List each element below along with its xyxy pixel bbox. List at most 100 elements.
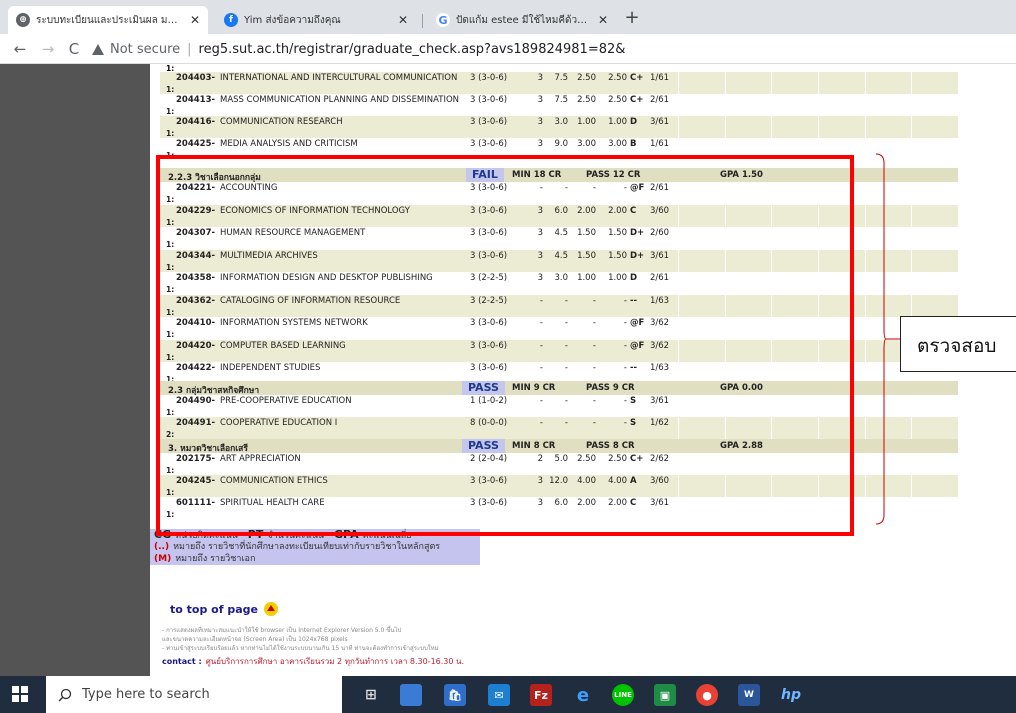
green-app-icon[interactable]: ▣ [654,684,676,706]
grid-cell [864,416,912,439]
legend-m: (M) [154,554,172,564]
grid-cell [818,72,865,94]
legend-line: (M) หมายถึง รายวิชาเอก [150,553,480,565]
tab-label: Yim ส่งข้อความถึงคุณ [244,14,341,26]
note-line: และขนาดความละเอียดหน้าจอ (Screen Area) เ… [162,636,348,643]
taskbar-search-input[interactable]: Type here to search [46,676,342,713]
course-grade: C+ [630,95,644,105]
url-input[interactable]: Not secure | reg5.sut.ac.th/registrar/gr… [92,37,1002,61]
grid-cell [678,94,725,116]
course-credit: 3 (3-0-6) [470,117,508,127]
bracket-shape [876,153,886,525]
course-term: 1/61 [650,139,670,149]
google-icon: G [436,13,450,27]
annotation-callout: ตรวจสอบ [900,316,1016,372]
grid-cell [911,204,958,227]
row-grid [678,116,958,138]
row-index: 1: [166,107,175,116]
course-gp: 2.50 [577,95,596,105]
close-icon[interactable]: ✕ [190,13,200,27]
contact-text: ศูนย์บริการการศึกษา อาคารเรียนรวม 2 ทุกว… [205,657,465,666]
task-view-icon[interactable]: ⊞ [360,684,382,706]
not-secure-label: Not secure [110,41,181,57]
close-icon[interactable]: ✕ [598,13,608,27]
note-line: - ท่านเข้าสู่ระบบเรียบร้อยแล้ว หากท่านไม… [162,645,439,652]
course-gp: 1.00 [577,117,596,127]
highlight-box [156,155,854,536]
close-icon[interactable]: ✕ [398,13,408,27]
desktop-app-icon[interactable] [400,684,422,706]
divider: | [187,41,192,57]
grid-cell [724,72,772,94]
course-pts: 7.5 [554,95,568,105]
grid-cell [911,394,958,417]
tab-facebook[interactable]: f Yim ส่งข้อความถึงคุณ ✕ [216,6,416,34]
row-index: 1: [166,129,175,138]
grid-cell [818,116,865,138]
tab-registrar[interactable]: ⊕ ระบบทะเบียนและประเมินผล มหาวิทยาลั ✕ [8,6,208,34]
course-cr: 3 [537,73,543,83]
grid-cell [911,182,958,204]
tab-google[interactable]: G ปัดแก้ม estee มีใช้ไหมคีด้วย - ค้นหาด้… [428,6,616,34]
back-button[interactable]: ← [10,39,30,59]
grid-cell [771,94,818,116]
arrow-up-icon [263,602,278,616]
forward-button[interactable]: → [38,39,58,59]
grid-cell [911,249,958,272]
grid-cell [864,138,912,160]
course-code: 204416- [176,117,216,127]
course-name: COMMUNICATION RESEARCH [220,117,343,127]
grid-cell [864,204,912,227]
edge-icon[interactable]: e [572,684,594,706]
grid-cell [678,116,725,138]
callout-pointer [886,338,900,340]
chrome-icon[interactable]: ● [696,684,718,706]
to-top-label: to top of page [170,602,258,616]
grid-cell [864,116,912,138]
grid-cell [911,116,958,138]
course-pts: 3.0 [554,117,568,127]
grid-cell [911,138,958,160]
filezilla-icon[interactable]: Fz [530,684,552,706]
left-sidebar [0,64,150,676]
tab-label: ระบบทะเบียนและประเมินผล มหาวิทยาลั [36,14,184,26]
tab-bar: ⊕ ระบบทะเบียนและประเมินผล มหาวิทยาลั ✕ f… [0,0,1016,34]
course-term: 2/61 [650,95,670,105]
grid-cell [864,182,912,204]
course-grade: B [630,139,637,149]
table-row: 1: 204403- INTERNATIONAL AND INTERCULTURAL… [160,72,958,94]
row-index: 1: [166,85,175,94]
to-top-link[interactable]: to top of page [170,602,278,616]
course-cr: 3 [537,95,543,105]
url-text: reg5.sut.ac.th/registrar/graduate_check.… [198,41,626,57]
grid-cell [911,452,958,475]
grid-cell [911,474,958,497]
grid-cell [864,272,912,294]
grid-cell [818,94,865,116]
course-gp2: 1.00 [608,117,627,127]
address-bar: ← → C Not secure | reg5.sut.ac.th/regist… [0,34,1016,64]
store-icon[interactable]: 🛍 [444,684,466,706]
tab-separator [422,14,423,28]
warning-icon [92,43,104,55]
grid-cell [724,116,772,138]
legend-paren: (..) [154,542,170,552]
grid-cell [911,227,958,249]
course-pts: 7.5 [554,73,568,83]
table-row: 1: 204416- COMMUNICATION RESEARCH 3 (3-0-6)… [160,116,958,138]
grid-cell [911,416,958,439]
course-term: 1/61 [650,73,670,83]
grid-cell [864,249,912,272]
word-icon[interactable]: W [738,684,760,706]
mail-icon[interactable]: ✉ [488,684,510,706]
table-row: 1: 204413- MASS COMMUNICATION PLANNING AND… [160,94,958,116]
course-pts: 9.0 [554,139,568,149]
course-credit: 3 (3-0-6) [470,139,508,149]
hp-icon[interactable]: hp [780,684,802,706]
line-icon[interactable]: LINE [612,684,634,706]
tab-label: ปัดแก้ม estee มีใช้ไหมคีด้วย - ค้นหาด้วย [456,14,592,26]
windows-start-icon[interactable] [12,686,28,702]
new-tab-button[interactable]: + [621,8,643,30]
course-code: 204425- [176,139,216,149]
reload-button[interactable]: C [64,39,84,59]
